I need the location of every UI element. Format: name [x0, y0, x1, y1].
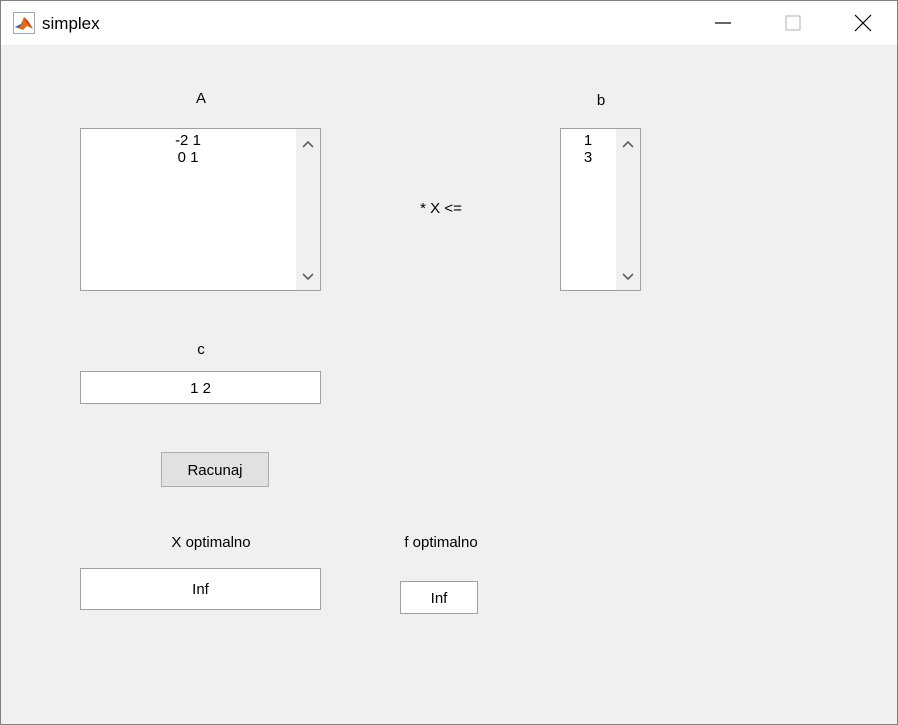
operator-label: * X <= — [420, 200, 462, 217]
minimize-button[interactable] — [691, 1, 755, 45]
scroll-down-icon[interactable] — [622, 272, 634, 282]
matrix-a-scrollbar[interactable] — [296, 129, 320, 290]
app-window: simplex A -2 1 0 1 * X <= b 1 3 c 1 2 Ra… — [0, 0, 898, 725]
x-optimal-output: Inf — [80, 568, 321, 610]
window-title: simplex — [42, 14, 100, 33]
matrix-a-content: -2 1 0 1 — [175, 132, 201, 166]
label-c: c — [197, 341, 205, 358]
label-a: A — [195, 90, 206, 107]
vector-b-scrollbar[interactable] — [616, 129, 640, 290]
f-optimal-label: f optimalno — [404, 534, 478, 551]
matrix-a-input[interactable]: -2 1 0 1 — [80, 128, 321, 291]
close-icon — [854, 14, 872, 32]
label-b: b — [596, 92, 606, 109]
scroll-up-icon[interactable] — [622, 139, 634, 149]
scroll-up-icon[interactable] — [302, 139, 314, 149]
vector-c-input[interactable]: 1 2 — [80, 371, 321, 404]
matlab-logo-icon — [13, 12, 35, 34]
minimize-icon — [715, 22, 731, 24]
maximize-icon — [785, 15, 801, 31]
f-optimal-output: Inf — [400, 581, 478, 614]
title-bar[interactable]: simplex — [1, 1, 897, 45]
x-optimal-label: X optimalno — [171, 534, 251, 551]
maximize-button[interactable] — [761, 1, 825, 45]
scroll-down-icon[interactable] — [302, 272, 314, 282]
close-button[interactable] — [831, 1, 895, 45]
compute-button[interactable]: Racunaj — [161, 452, 269, 487]
vector-b-content: 1 3 — [583, 132, 593, 166]
vector-b-input[interactable]: 1 3 — [560, 128, 641, 291]
